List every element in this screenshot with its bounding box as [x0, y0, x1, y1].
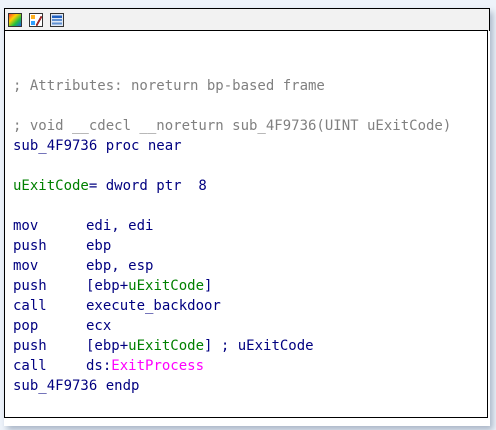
- attributes-comment: ; Attributes: noreturn bp-based frame: [13, 78, 325, 94]
- mnemonic: call: [13, 358, 47, 374]
- instruction-line: push ebp: [13, 236, 111, 256]
- prototype-comment: ; void __cdecl __noreturn sub_4F9736(UIN…: [13, 118, 452, 134]
- graph-view-icon[interactable]: [50, 12, 64, 27]
- disassembly-listing: ; Attributes: noreturn bp-based frame ; …: [4, 30, 488, 418]
- proc-declaration: sub_4F9736 proc near: [13, 136, 182, 156]
- instruction-line: push [ebp+uExitCode]: [13, 276, 212, 296]
- operand: ebp: [86, 238, 112, 254]
- endp-keyword: endp: [105, 378, 140, 394]
- operand: ebp, esp: [86, 258, 154, 274]
- var-def: = dword ptr 8: [88, 178, 207, 194]
- import-reference[interactable]: ExitProcess: [111, 358, 204, 374]
- operand: ecx: [86, 318, 112, 334]
- operand-suffix: ] ; uExitCode: [204, 338, 314, 354]
- mnemonic: mov: [13, 218, 39, 234]
- mnemonic: push: [13, 278, 47, 294]
- proc-keyword: proc near: [105, 138, 182, 154]
- instruction-line: mov edi, edi: [13, 216, 153, 236]
- instruction-line: push [ebp+uExitCode] ; uExitCode: [13, 336, 314, 356]
- mnemonic: push: [13, 338, 47, 354]
- local-var-definition: uExitCode= dword ptr 8: [13, 176, 207, 196]
- edit-palette-icon[interactable]: [29, 12, 43, 27]
- mnemonic: call: [13, 298, 47, 314]
- function-reference[interactable]: execute_backdoor: [86, 298, 221, 314]
- operand-suffix: ]: [204, 278, 213, 294]
- mnemonic: pop: [13, 318, 39, 334]
- operand: edi, edi: [86, 218, 154, 234]
- proc-name[interactable]: sub_4F9736: [13, 138, 97, 154]
- var-name[interactable]: uExitCode: [13, 178, 89, 194]
- proc-end: sub_4F9736 endp: [13, 376, 139, 396]
- node-titlebar: [4, 8, 490, 31]
- mnemonic: mov: [13, 258, 39, 274]
- operand: [ebp+: [86, 278, 129, 294]
- instruction-line: pop ecx: [13, 316, 111, 336]
- endp-name: sub_4F9736: [13, 378, 98, 394]
- var-reference[interactable]: uExitCode: [128, 338, 204, 354]
- instruction-line: mov ebp, esp: [13, 256, 153, 276]
- mnemonic: push: [13, 238, 47, 254]
- operand: ds:: [86, 358, 112, 374]
- var-reference[interactable]: uExitCode: [128, 278, 204, 294]
- operand: [ebp+: [86, 338, 129, 354]
- instruction-line: call ds:ExitProcess: [13, 356, 204, 376]
- graph-colors-icon[interactable]: [8, 12, 22, 27]
- instruction-line: call execute_backdoor: [13, 296, 221, 316]
